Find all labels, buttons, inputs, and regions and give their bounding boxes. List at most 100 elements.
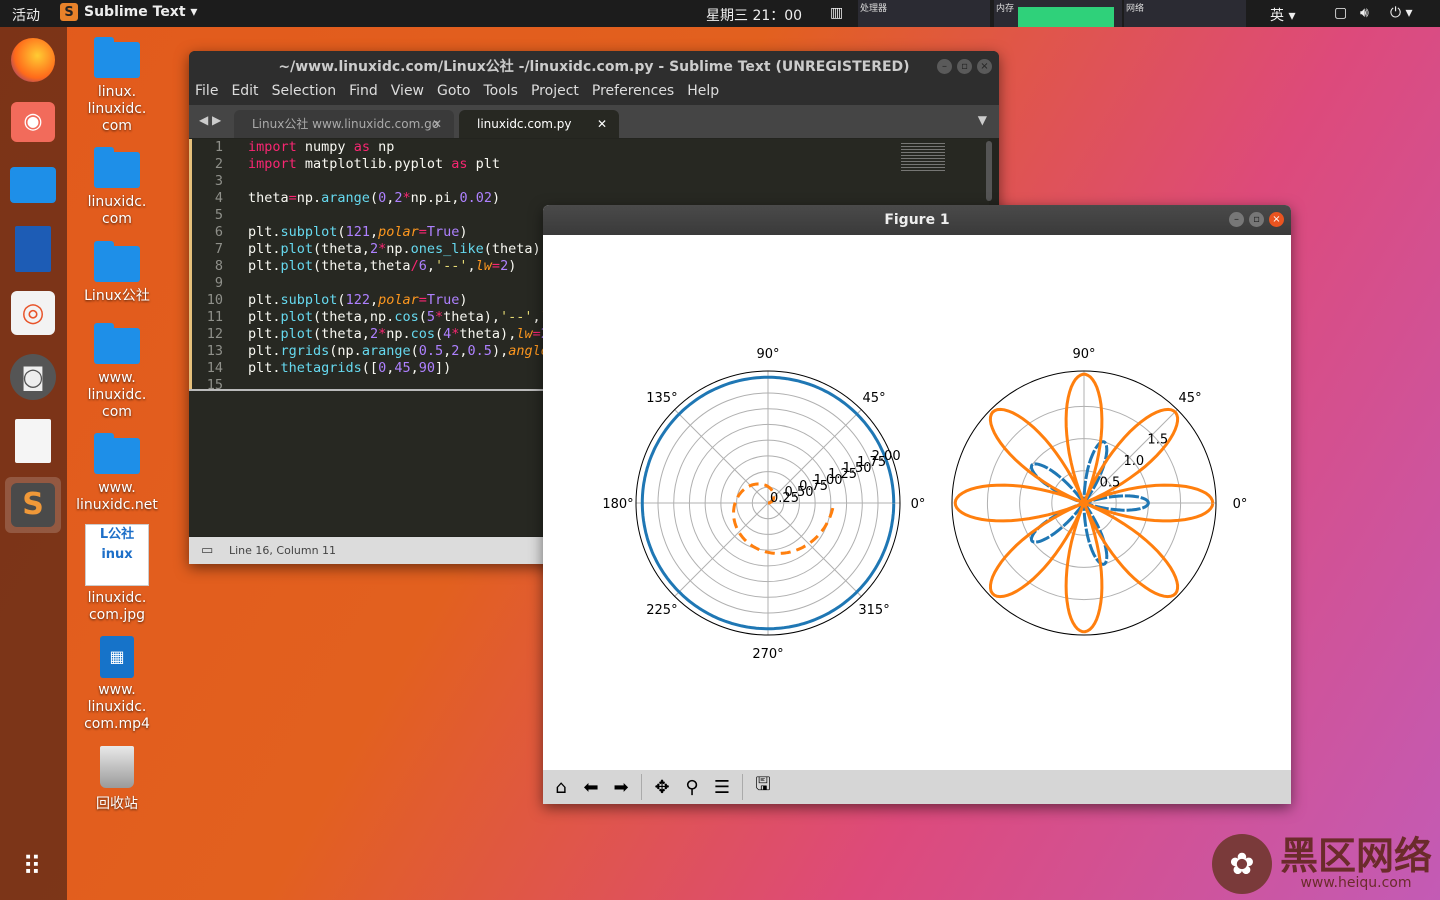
folder-icon [94, 323, 140, 364]
zoom-icon[interactable]: ⚲ [678, 773, 706, 801]
angle-tick-label: 90° [756, 347, 779, 362]
clock[interactable]: 星期三 21：00 [706, 5, 802, 25]
plot-canvas[interactable]: 0°45°90°135°180°225°270°315°0.250.500.75… [543, 235, 1291, 770]
webcam-icon: ◙ [10, 354, 56, 400]
desktop-folder-icon[interactable]: www. linuxidc. com [72, 323, 162, 421]
code-line: plt.plot(theta,theta/6,'--',lw=2) [248, 258, 517, 274]
desktop-folder-icon[interactable]: Linux公社 [72, 241, 162, 305]
image-thumbnail-icon: L公社 inux [85, 524, 149, 586]
volume-icon[interactable]: 🔊︎ [1360, 5, 1369, 21]
minimize-button[interactable]: – [937, 59, 952, 74]
right-polar-axes: 0° 45° 90° 0.51.01.5 [951, 347, 1247, 636]
writer-launcher[interactable] [5, 221, 61, 277]
watermark-url: www.heiqu.com [1300, 875, 1412, 891]
desktop-icon-label: 回收站 [96, 796, 138, 812]
radial-tick-label: 1.5 [1147, 432, 1168, 447]
configure-subplots-icon[interactable]: ☰ [708, 773, 736, 801]
figure-title: Figure 1 [543, 205, 1291, 235]
radial-tick-label: 2.00 [872, 449, 901, 464]
toolbar-separator [641, 774, 642, 800]
line-number: 9 [214, 275, 223, 291]
line-number: 7 [214, 241, 223, 257]
home-icon[interactable]: ⌂ [547, 773, 575, 801]
folder-icon [94, 147, 140, 188]
status-position: Line 16, Column 11 [229, 544, 337, 557]
menu-find[interactable]: Find [349, 83, 378, 105]
pan-icon[interactable]: ✥ [648, 773, 676, 801]
back-arrow-icon[interactable]: ⬅ [577, 773, 605, 801]
menu-view[interactable]: View [391, 83, 424, 105]
cheese-launcher[interactable]: ◙ [5, 349, 61, 405]
code-line: import matplotlib.pyplot as plt [248, 156, 500, 172]
angle-tick-label: 225° [646, 603, 677, 618]
files-launcher[interactable] [5, 157, 61, 213]
code-line: plt.subplot(122,polar=True) [248, 292, 468, 308]
grid-icon: ⠿ [22, 852, 44, 882]
maximize-button[interactable]: ▫ [1249, 212, 1264, 227]
figure-window: Figure 1 – ▫ × 0° 45° 90° 135° 180° 225° 270° 3… [543, 205, 1291, 804]
menu-edit[interactable]: Edit [231, 83, 258, 105]
power-icon[interactable]: ⏻ ▾ [1390, 5, 1413, 21]
show-apps-button[interactable]: ⠿ [5, 839, 61, 895]
tab-linuxidc-py[interactable]: linuxidc.com.py ✕ [459, 110, 619, 138]
desktop-trash[interactable]: 回收站 [72, 746, 162, 813]
code-line: plt.rgrids(np.arange(0.5,2,0.5),angle [248, 343, 549, 359]
activities-button[interactable]: 活动 [12, 5, 40, 25]
chart-indicator-icon[interactable]: ▥ [830, 5, 843, 21]
app-menu[interactable]: S Sublime Text ▾ [60, 3, 197, 21]
close-button[interactable]: × [977, 59, 992, 74]
angle-tick-label: 45° [1179, 391, 1202, 406]
figure-toolbar: ⌂ ⬅ ➡ ✥ ⚲ ☰ 🖫︎ [543, 770, 1291, 804]
menu-preferences[interactable]: Preferences [592, 83, 674, 105]
close-button[interactable]: × [1269, 212, 1284, 227]
code-area[interactable]: import numpy as np import matplotlib.pyp… [248, 139, 549, 394]
menu-selection[interactable]: Selection [272, 83, 337, 105]
tab-linux-go[interactable]: Linux公社 www.linuxidc.com.go ✕ [234, 110, 454, 138]
desktop-icon-label: linux. linuxidc. com [87, 84, 147, 134]
screenshot-launcher[interactable]: ◉ [5, 94, 61, 150]
software-launcher[interactable]: ◎ [5, 285, 61, 341]
line-number: 2 [214, 156, 223, 172]
firefox-launcher[interactable] [5, 32, 61, 88]
angular-gridline [674, 409, 769, 504]
network-monitor[interactable]: 网络 [1124, 0, 1246, 27]
trash-icon [100, 746, 134, 788]
tab-close-icon[interactable]: ✕ [597, 110, 607, 138]
desktop-folder-icon[interactable]: linuxidc. com [72, 147, 162, 228]
menu-help[interactable]: Help [687, 83, 719, 105]
minimap[interactable] [901, 143, 945, 173]
menu-file[interactable]: File [195, 83, 218, 105]
scrollbar[interactable] [986, 141, 992, 201]
forward-arrow-icon[interactable]: ➡ [607, 773, 635, 801]
maximize-button[interactable]: ▫ [957, 59, 972, 74]
input-method-indicator[interactable]: 英 ▾ [1270, 5, 1295, 25]
firefox-icon [11, 38, 55, 82]
desktop-folder-icon[interactable]: www. linuxidc.net [72, 433, 162, 514]
menu-goto[interactable]: Goto [437, 83, 470, 105]
cpu-monitor[interactable]: 处理器 [858, 0, 990, 27]
menu-project[interactable]: Project [531, 83, 579, 105]
angle-tick-label: 90° [1072, 347, 1095, 362]
radial-tick-label: 0.5 [1100, 475, 1121, 490]
tab-close-icon[interactable]: ✕ [432, 110, 442, 138]
desktop-video-file[interactable]: ▦ www. linuxidc. com.mp4 [72, 636, 162, 733]
text-editor-launcher[interactable] [5, 413, 61, 469]
desktop-folder-icon[interactable]: linux. linuxidc. com [72, 37, 162, 135]
toolbar-separator [742, 774, 743, 800]
memory-monitor[interactable]: 内存 [994, 0, 1122, 27]
window-icon[interactable]: ▢ [1334, 5, 1347, 21]
code-line: theta=np.arange(0,2*np.pi,0.02) [248, 190, 501, 206]
desktop-image-file[interactable]: L公社 inux linuxidc. com.jpg [72, 524, 162, 624]
save-icon[interactable]: 🖫︎ [749, 773, 777, 801]
desktop-icon-label: www. linuxidc.net [76, 480, 158, 513]
menu-tools[interactable]: Tools [483, 83, 518, 105]
desktop-icon-label: www. linuxidc. com.mp4 [84, 682, 150, 732]
sublime-launcher[interactable]: S [5, 477, 61, 533]
mushroom-logo-icon: ✿ [1211, 834, 1272, 894]
minimize-button[interactable]: – [1229, 212, 1244, 227]
tab-dropdown-icon[interactable]: ▼ [978, 113, 987, 127]
panel-toggle-icon[interactable]: ▭ [201, 537, 213, 564]
tab-nav-arrows-icon[interactable]: ◀ ▶ [199, 113, 221, 127]
camera-icon: ◉ [11, 102, 55, 142]
